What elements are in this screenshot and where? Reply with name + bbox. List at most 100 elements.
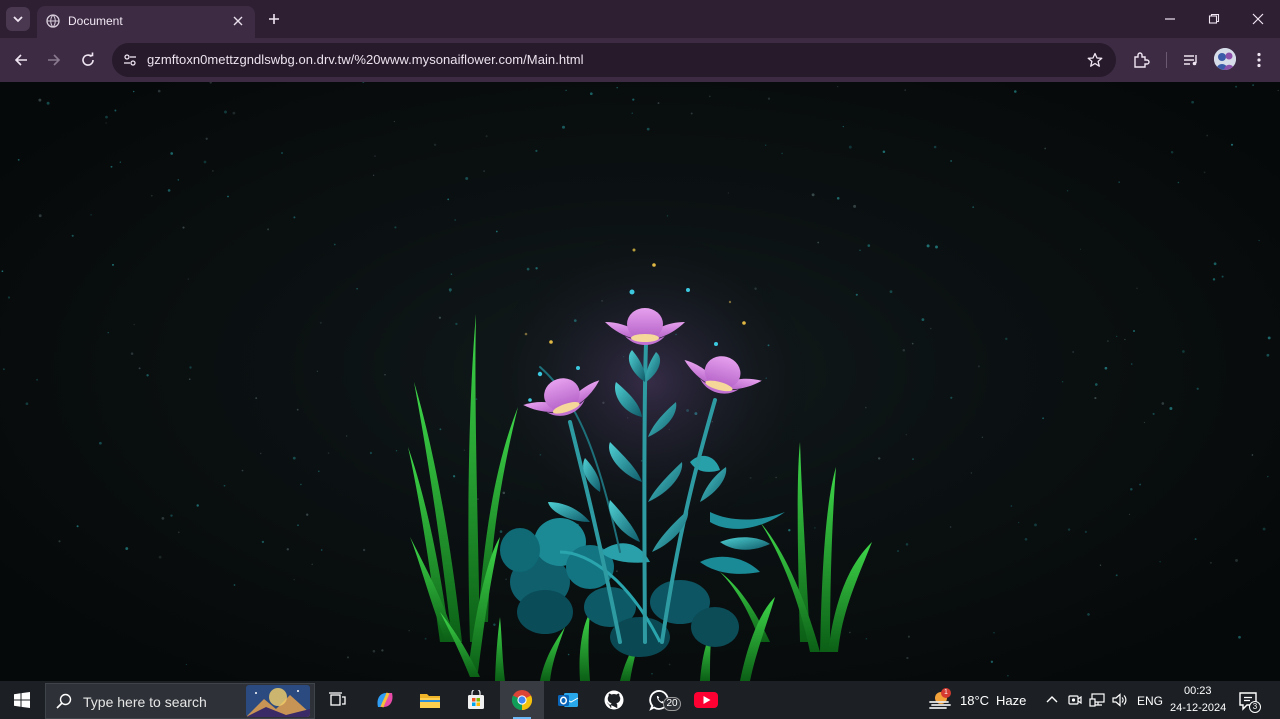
network-icon[interactable] xyxy=(1087,690,1107,710)
star-dot xyxy=(889,290,893,294)
star-dot xyxy=(449,291,451,293)
meet-now-icon[interactable] xyxy=(1065,690,1085,710)
star-dot xyxy=(150,194,153,197)
outlook-button[interactable] xyxy=(546,681,590,719)
star-dot xyxy=(130,352,134,355)
star-dot xyxy=(781,152,783,155)
star-dot xyxy=(372,649,376,653)
new-tab-button[interactable] xyxy=(263,8,285,30)
star-dot xyxy=(293,578,295,581)
star-dot xyxy=(1159,561,1161,563)
taskbar: Type here to search 20 1 18°C Haze ENG 0… xyxy=(0,681,1280,719)
url-text[interactable]: gzmftoxn0mettzgndlswbg.on.drv.tw/%20www.… xyxy=(147,52,584,67)
weather-condition[interactable]: Haze xyxy=(996,693,1026,708)
store-button[interactable] xyxy=(454,681,498,719)
star-dot xyxy=(1196,387,1199,390)
media-control-icon[interactable] xyxy=(1178,47,1204,73)
back-button[interactable] xyxy=(8,47,34,73)
star-dot xyxy=(1182,350,1185,353)
taskbar-search[interactable]: Type here to search xyxy=(45,683,315,719)
minimize-button[interactable] xyxy=(1148,0,1192,38)
star-dot xyxy=(438,316,442,319)
start-button[interactable] xyxy=(0,681,44,719)
star-dot xyxy=(1191,100,1194,104)
star-dot xyxy=(46,101,50,105)
volume-icon[interactable] xyxy=(1109,690,1129,710)
star-dot xyxy=(906,656,909,660)
star-dot xyxy=(788,529,791,532)
weather-temp[interactable]: 18°C xyxy=(960,693,989,708)
search-icon xyxy=(56,693,72,709)
star-dot xyxy=(765,144,767,146)
menu-icon[interactable] xyxy=(1246,47,1272,73)
file-explorer-button[interactable] xyxy=(408,681,452,719)
chrome-icon xyxy=(511,690,533,711)
extensions-icon[interactable] xyxy=(1128,47,1154,73)
youtube-button[interactable] xyxy=(684,681,728,719)
avatar[interactable] xyxy=(1214,48,1236,70)
close-window-button[interactable] xyxy=(1236,0,1280,38)
star-dot xyxy=(859,249,861,251)
star-dot xyxy=(146,374,149,377)
search-highlight-image[interactable] xyxy=(246,685,310,717)
star-dot xyxy=(567,653,570,656)
star-dot xyxy=(483,170,486,173)
star-dot xyxy=(1104,366,1108,370)
bookmark-star-icon[interactable] xyxy=(1084,49,1106,71)
star-dot xyxy=(849,631,851,634)
star-dot xyxy=(205,137,208,140)
star-dot xyxy=(1067,528,1071,531)
show-hidden-icons-button[interactable] xyxy=(1042,690,1062,710)
whatsapp-button[interactable]: 20 xyxy=(638,681,682,719)
star-dot xyxy=(668,663,671,666)
star-dot xyxy=(261,540,265,544)
star-dot xyxy=(646,127,650,131)
clock-date[interactable]: 24-12-2024 xyxy=(1170,702,1226,714)
star-dot xyxy=(767,97,771,100)
chrome-button[interactable] xyxy=(500,681,544,719)
tab-search-button[interactable] xyxy=(6,7,30,31)
star-dot xyxy=(267,228,270,231)
site-info-icon[interactable] xyxy=(118,48,142,72)
star-dot xyxy=(499,530,503,533)
star-dot xyxy=(616,570,618,572)
star-dot xyxy=(455,322,458,326)
clock-time[interactable]: 00:23 xyxy=(1184,685,1212,697)
star-dot xyxy=(114,109,117,112)
forward-button[interactable] xyxy=(41,47,67,73)
star-dot xyxy=(981,436,984,439)
star-dot xyxy=(589,92,593,96)
browser-toolbar: gzmftoxn0mettzgndlswbg.on.drv.tw/%20www.… xyxy=(0,38,1280,82)
star-dot xyxy=(177,179,179,181)
star-dot xyxy=(463,449,466,451)
star-dot xyxy=(632,98,635,101)
back-icon xyxy=(14,54,27,66)
star-dot xyxy=(1118,181,1120,183)
star-dot xyxy=(1010,505,1013,507)
close-icon[interactable] xyxy=(229,12,247,30)
language-indicator[interactable]: ENG xyxy=(1137,694,1163,708)
star-dot xyxy=(433,143,437,147)
tab-document[interactable]: Document xyxy=(37,6,255,38)
star-dot xyxy=(1034,523,1037,527)
copilot-button[interactable] xyxy=(363,681,407,719)
star-dot xyxy=(1267,336,1271,340)
star-dot xyxy=(76,525,79,528)
star-dot xyxy=(902,348,906,352)
restore-button[interactable] xyxy=(1192,0,1236,38)
forward-icon xyxy=(48,54,61,66)
address-bar[interactable]: gzmftoxn0mettzgndlswbg.on.drv.tw/%20www.… xyxy=(112,43,1116,77)
github-button[interactable] xyxy=(592,681,636,719)
star-dot xyxy=(1177,181,1180,184)
star-dot xyxy=(1116,335,1118,338)
task-view-button[interactable] xyxy=(315,681,359,719)
star-dot xyxy=(424,637,427,640)
star-dot xyxy=(1061,381,1064,383)
copilot-icon xyxy=(377,692,393,708)
star-dot xyxy=(38,98,42,102)
star-dot xyxy=(853,204,857,208)
star-dot xyxy=(138,367,141,370)
star-dot xyxy=(395,450,398,452)
star-dot xyxy=(1209,561,1212,564)
reload-button[interactable] xyxy=(75,47,101,73)
